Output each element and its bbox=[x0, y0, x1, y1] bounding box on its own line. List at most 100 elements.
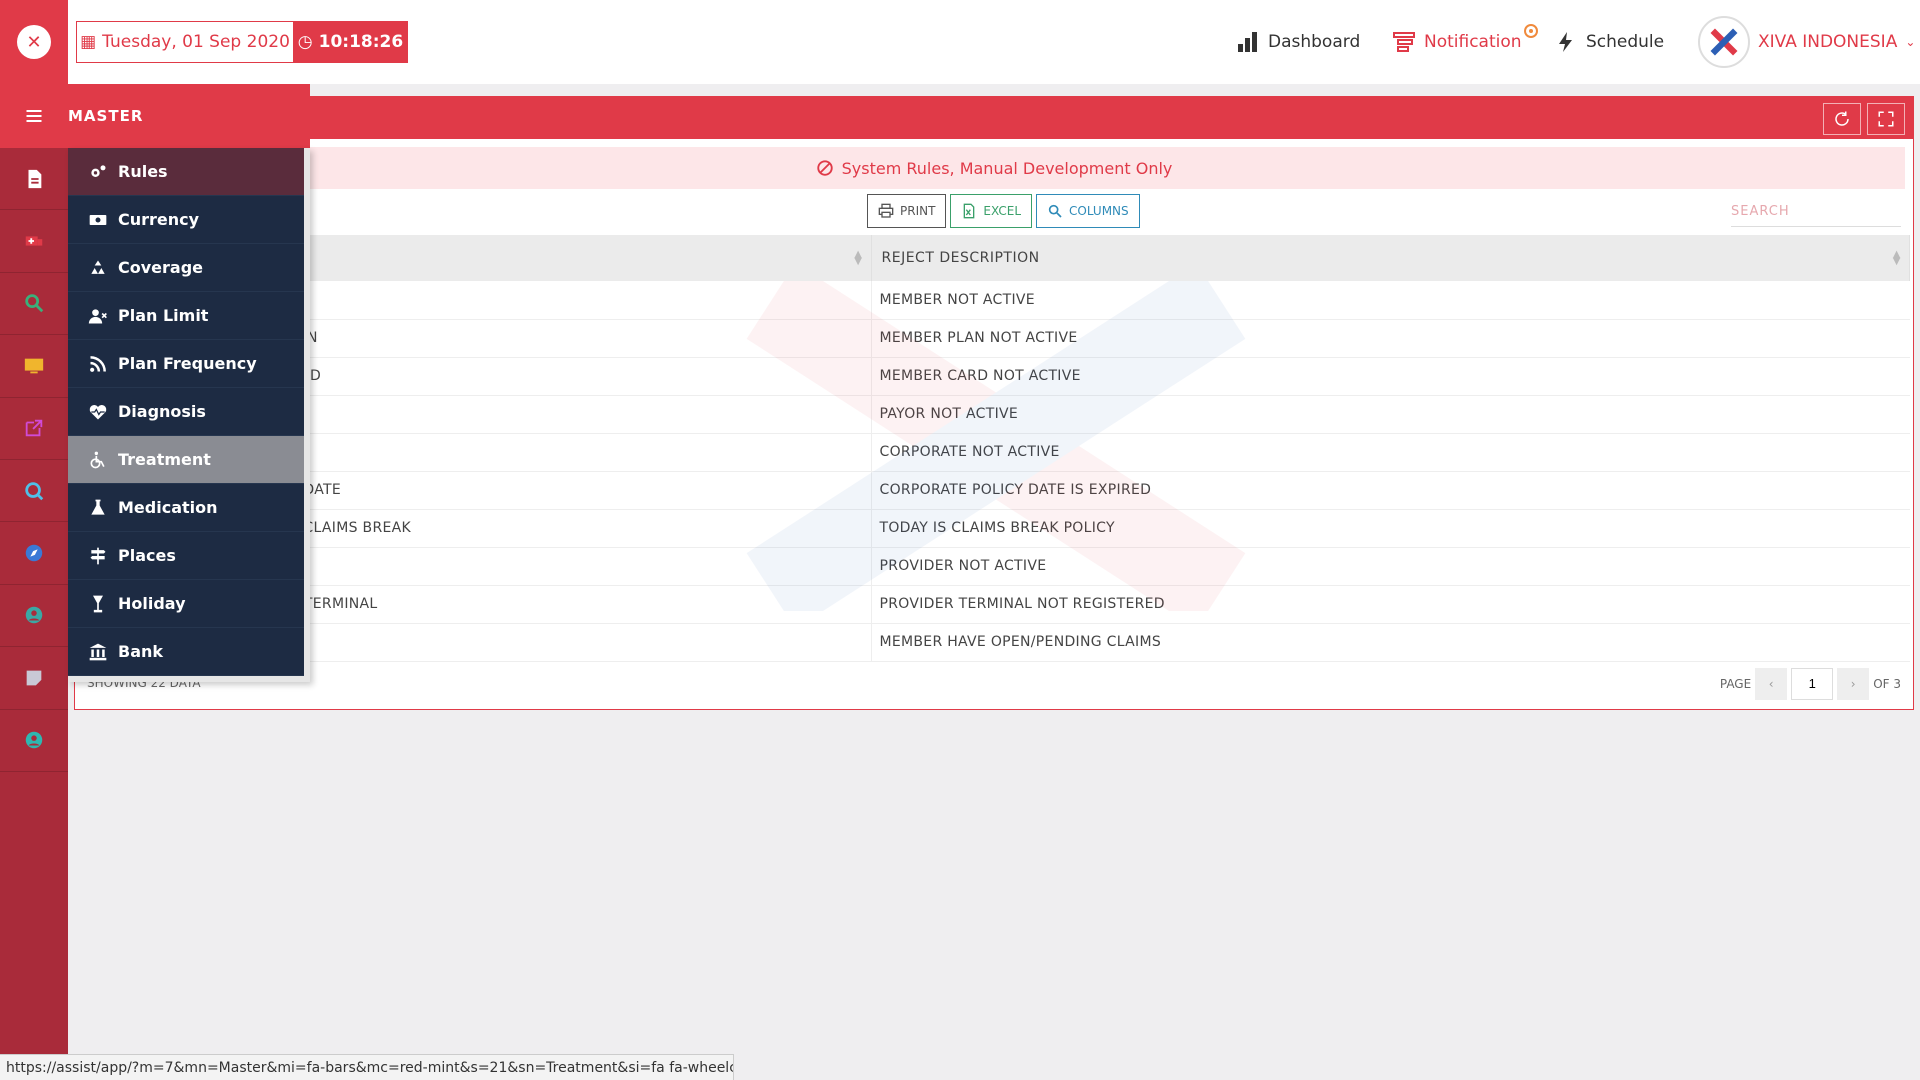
excel-icon bbox=[964, 203, 975, 219]
search-input[interactable] bbox=[1731, 197, 1901, 227]
menu-item-label: Coverage bbox=[118, 258, 204, 277]
sort-icon: ▲ ▼ bbox=[854, 249, 863, 267]
refresh-button[interactable] bbox=[1823, 103, 1861, 135]
table-row[interactable]: RPROVIDER NOT ACTIVE bbox=[80, 547, 1910, 586]
nav-schedule[interactable]: Schedule bbox=[1554, 22, 1664, 62]
table-row[interactable]: CY DATE CORPORATE POLICY DATE IS EXPIRED bbox=[80, 471, 1910, 510]
cell-description: MEMBER NOT ACTIVE bbox=[871, 281, 1910, 320]
file-icon[interactable] bbox=[0, 148, 68, 211]
table-row[interactable]: PLANMEMBER PLAN NOT ACTIVE bbox=[80, 319, 1910, 358]
table-row[interactable]: CARDMEMBER CARD NOT ACTIVE bbox=[80, 357, 1910, 396]
sticky-note-icon[interactable] bbox=[0, 647, 68, 710]
table-footer: SHOWING 22 DATA PAGE ‹ › OF 3 bbox=[75, 662, 1913, 708]
cell-description: CORPORATE NOT ACTIVE bbox=[871, 433, 1910, 472]
menu-item-plan-frequency[interactable]: Plan Frequency bbox=[68, 340, 304, 388]
cell-description: PROVIDER NOT ACTIVE bbox=[871, 547, 1910, 586]
table-toolbar: PRINT EXCEL COLUMNS bbox=[75, 189, 1913, 235]
gears-icon bbox=[91, 164, 106, 177]
alert-text: System Rules, Manual Development Only bbox=[841, 158, 1173, 178]
table-row[interactable]: CY CLAIMS BREAK TODAY IS CLAIMS BREAK POL… bbox=[80, 509, 1910, 548]
panel-tools bbox=[1823, 103, 1905, 135]
table-row[interactable]: TECORPORATE NOT ACTIVE bbox=[80, 433, 1910, 472]
browser-status-bar: https://assist/app/?m=7&mn=Master&mi=fa-… bbox=[0, 1054, 734, 1080]
table-row[interactable]: MEMBER NOT ACTIVE bbox=[80, 281, 1910, 320]
nav-notification-label: Notification bbox=[1424, 32, 1522, 52]
next-page-button[interactable]: › bbox=[1837, 667, 1870, 700]
menu-item-diagnosis[interactable]: Diagnosis bbox=[68, 388, 304, 436]
time-display: ◷ 10:18:26 bbox=[293, 21, 408, 63]
cell-description: MEMBER HAVE OPEN/PENDING CLAIMS bbox=[871, 623, 1910, 662]
rules-panel: System Rules, Manual Development Only PR… bbox=[74, 96, 1914, 710]
rules-table: ▲ ▼ REJECT DESCRIPTION ▲ ▼ MEMBER NOT ACTIV… bbox=[80, 235, 1910, 662]
bolt-icon bbox=[1559, 32, 1572, 52]
menu-item-holiday[interactable]: Holiday bbox=[68, 580, 304, 628]
compass-icon[interactable] bbox=[0, 522, 68, 585]
menu-item-label: Places bbox=[118, 546, 176, 565]
search-icon bbox=[1048, 204, 1062, 218]
menu-item-label: Bank bbox=[118, 642, 164, 661]
table-row[interactable]: MEMBER HAVE OPEN/PENDING CLAIMS bbox=[80, 623, 1910, 662]
column-header-reject-description[interactable]: REJECT DESCRIPTION ▲ ▼ bbox=[871, 235, 1910, 281]
cell-description: MEMBER PLAN NOT ACTIVE bbox=[871, 319, 1910, 358]
account-icon[interactable] bbox=[0, 710, 68, 772]
search-icon[interactable] bbox=[0, 273, 68, 336]
page-number-input[interactable] bbox=[1791, 667, 1834, 700]
notification-icon bbox=[1393, 32, 1415, 52]
ambulance-icon[interactable] bbox=[0, 210, 68, 273]
sort-icon: ▲ ▼ bbox=[1892, 249, 1901, 267]
print-button[interactable]: PRINT bbox=[867, 194, 947, 228]
menu-item-places[interactable]: Places bbox=[68, 532, 304, 580]
table-row[interactable]: PAYOR NOT ACTIVE bbox=[80, 395, 1910, 434]
nav-dashboard[interactable]: Dashboard bbox=[1236, 22, 1360, 62]
system-alert: System Rules, Manual Development Only bbox=[83, 147, 1905, 189]
rail-icon-list bbox=[0, 148, 68, 772]
pagination: PAGE ‹ › OF 3 bbox=[1720, 667, 1901, 700]
signs-icon bbox=[90, 547, 106, 564]
nav-notification[interactable]: Notification bbox=[1392, 22, 1538, 62]
table-row[interactable]: ER TERMINAL PROVIDER TERMINAL NOT REGISTE… bbox=[80, 585, 1910, 624]
date-display: ▦ Tuesday, 01 Sep 2020 bbox=[76, 21, 294, 63]
refresh-search-icon[interactable] bbox=[0, 460, 68, 523]
menu-item-label: Holiday bbox=[118, 594, 186, 613]
panel-header bbox=[75, 97, 1913, 139]
print-label: PRINT bbox=[900, 204, 936, 218]
user-menu[interactable]: XIVA INDONESIA ⌄ bbox=[1698, 16, 1915, 68]
left-rail: ✕ bbox=[0, 0, 68, 1080]
time-text: 10:18:26 bbox=[318, 32, 404, 52]
x-logo-icon: ✕ bbox=[17, 25, 51, 59]
heartbeat-icon bbox=[89, 404, 107, 419]
master-menu-header[interactable]: MASTER bbox=[0, 84, 310, 148]
menu-item-treatment[interactable]: Treatment bbox=[68, 436, 304, 484]
app-logo[interactable]: ✕ bbox=[0, 0, 68, 84]
table-header-row: ▲ ▼ REJECT DESCRIPTION ▲ ▼ bbox=[80, 235, 1910, 281]
menu-item-label: Diagnosis bbox=[118, 402, 206, 421]
fullscreen-button[interactable] bbox=[1867, 103, 1905, 135]
columns-button[interactable]: COLUMNS bbox=[1036, 194, 1140, 228]
menu-item-currency[interactable]: Currency bbox=[68, 196, 304, 244]
print-icon bbox=[878, 203, 894, 218]
expand-icon bbox=[1878, 111, 1894, 127]
date-text: Tuesday, 01 Sep 2020 bbox=[102, 32, 290, 52]
prev-page-button[interactable]: ‹ bbox=[1755, 667, 1788, 700]
menu-item-bank[interactable]: Bank bbox=[68, 628, 304, 676]
menu-item-medication[interactable]: Medication bbox=[68, 484, 304, 532]
clock-icon: ◷ bbox=[297, 32, 313, 52]
refresh-icon bbox=[1835, 111, 1849, 126]
user-name: XIVA INDONESIA bbox=[1758, 32, 1898, 52]
menu-item-label: Currency bbox=[118, 210, 200, 229]
master-label: MASTER bbox=[68, 107, 144, 125]
excel-button[interactable]: EXCEL bbox=[950, 194, 1032, 228]
ban-icon bbox=[816, 160, 833, 176]
menu-item-label: Medication bbox=[118, 498, 218, 517]
external-link-icon[interactable] bbox=[0, 398, 68, 460]
company-logo-icon bbox=[1698, 16, 1750, 68]
excel-label: EXCEL bbox=[983, 204, 1021, 218]
desktop-icon[interactable] bbox=[0, 335, 68, 398]
user-circle-icon[interactable] bbox=[0, 585, 68, 648]
menu-item-rules[interactable]: Rules bbox=[68, 148, 304, 196]
master-dropdown: Rules Currency Coverage Plan Limit Plan … bbox=[68, 148, 310, 682]
menu-item-plan-limit[interactable]: Plan Limit bbox=[68, 292, 304, 340]
user-times-icon bbox=[88, 308, 107, 323]
top-header: ▦ Tuesday, 01 Sep 2020 ◷ 10:18:26 Dashbo… bbox=[68, 0, 1920, 84]
menu-item-coverage[interactable]: Coverage bbox=[68, 244, 304, 292]
